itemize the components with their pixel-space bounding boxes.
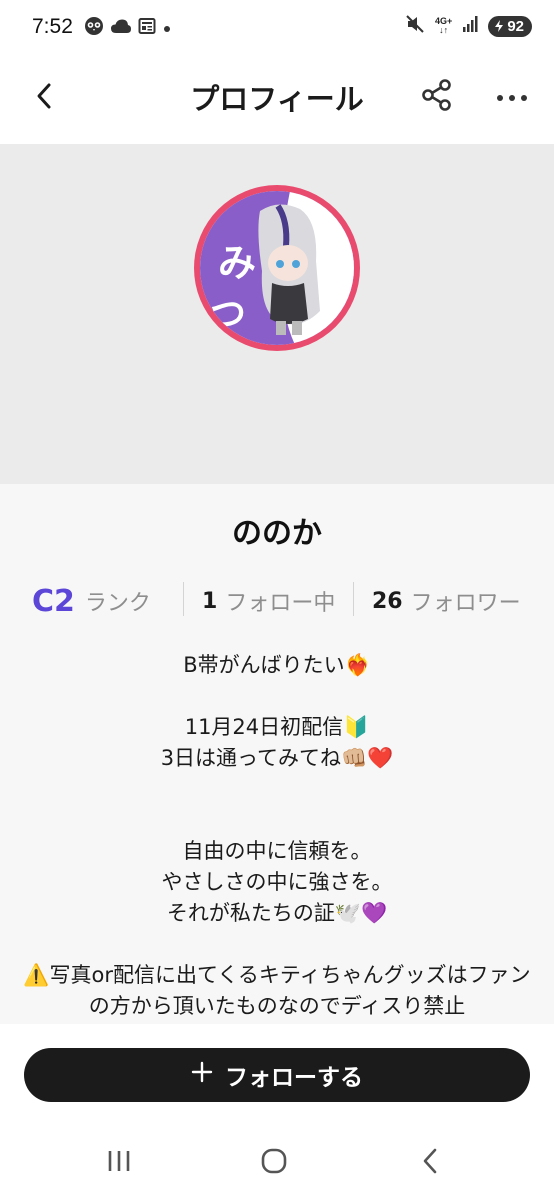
follow-button[interactable]: フォローする: [24, 1048, 530, 1102]
dot-icon: [162, 19, 172, 38]
system-back-button[interactable]: [400, 1140, 460, 1186]
system-nav-bar: [0, 1128, 554, 1200]
cloud-icon: [110, 18, 132, 38]
battery-icon: 92: [488, 15, 532, 37]
share-icon: [420, 78, 454, 116]
network-arrows-icon: 4G+ ↓↑: [435, 16, 453, 35]
profile-bio: B帯がんばりたい❤️‍🔥 11月24日初配信🔰 3日は通ってみてね👊🏼❤️ 自由…: [23, 653, 531, 1018]
status-time: 7:52: [32, 15, 73, 38]
status-bar: 7:52 4G+ ↓↑ 92: [0, 0, 554, 52]
svg-text:つ: つ: [210, 294, 246, 335]
owl-notification-icon: [84, 16, 104, 40]
news-icon: [138, 17, 156, 39]
status-right-icons: 4G+ ↓↑ 92: [405, 14, 532, 38]
app-header: プロフィール: [0, 52, 554, 144]
battery-level: 92: [507, 17, 524, 35]
more-dots-icon: [495, 88, 529, 107]
followers-label: フォロワー: [410, 591, 521, 616]
followers-count: 26: [372, 588, 403, 614]
home-icon: [260, 1147, 288, 1179]
avatar-image: み つ: [200, 191, 354, 345]
share-button[interactable]: [416, 76, 458, 118]
avatar[interactable]: み つ: [194, 185, 360, 351]
rank-label: ランク: [84, 591, 151, 616]
stats-divider: [353, 582, 354, 616]
rank-value: C2: [32, 583, 75, 619]
svg-text:み: み: [218, 241, 256, 285]
profile-cover: み つ: [0, 144, 554, 484]
page-title: プロフィール: [190, 82, 364, 116]
following-stat[interactable]: 1 フォロー中: [202, 578, 335, 624]
follow-bar: フォローする: [0, 1024, 554, 1128]
home-button[interactable]: [244, 1140, 304, 1186]
signal-icon: [462, 15, 478, 37]
recent-apps-button[interactable]: [89, 1140, 149, 1186]
following-label: フォロー中: [225, 591, 336, 616]
profile-stats: C2 ランク 1 フォロー中 26 フォロワー: [0, 578, 554, 624]
back-icon: [419, 1147, 441, 1179]
network-label: 4G+: [435, 16, 453, 26]
profile-name: ののか: [232, 516, 322, 551]
mute-icon: [405, 14, 425, 38]
stats-divider: [183, 582, 184, 616]
recent-apps-icon: [105, 1148, 133, 1178]
plus-icon: [191, 1061, 213, 1089]
status-left-icons: [84, 16, 172, 40]
following-count: 1: [202, 588, 218, 614]
rank-stat: C2 ランク: [32, 578, 151, 624]
followers-stat[interactable]: 26 フォロワー: [372, 578, 521, 624]
follow-button-label: フォローする: [225, 1065, 363, 1091]
more-button[interactable]: [490, 76, 534, 118]
